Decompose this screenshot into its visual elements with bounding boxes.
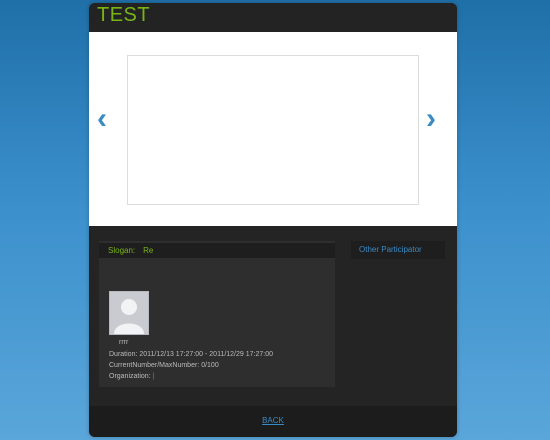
image-carousel: ‹ › bbox=[89, 32, 457, 226]
prev-arrow-icon[interactable]: ‹ bbox=[97, 104, 107, 134]
back-link[interactable]: BACK bbox=[89, 416, 457, 425]
slogan-label: Slogan: bbox=[108, 246, 136, 255]
organization-label: Organization: bbox=[109, 373, 151, 380]
current-number-text: CurrentNumber/MaxNumber: 0/100 bbox=[109, 362, 219, 369]
slogan-value: Re bbox=[143, 246, 154, 255]
details-section: Slogan: Re rrrr Duration: 2011/12/13 17:2… bbox=[89, 226, 457, 406]
user-name: rrrr bbox=[119, 339, 129, 346]
duration-text: Duration: 2011/12/13 17:27:00 - 2011/12/… bbox=[109, 351, 273, 358]
other-participator-panel: Other Participator bbox=[351, 241, 445, 259]
event-card: TEST ‹ › Slogan: Re rrrr Duration: 2011/1… bbox=[89, 3, 457, 437]
event-details-panel: Slogan: Re rrrr Duration: 2011/12/13 17:2… bbox=[99, 241, 335, 387]
header-bar: TEST bbox=[89, 3, 457, 32]
organization-line: Organization: | bbox=[109, 373, 154, 380]
user-silhouette-icon bbox=[110, 292, 148, 334]
footer-bar: BACK bbox=[89, 406, 457, 437]
avatar bbox=[109, 291, 149, 335]
slogan-bar: Slogan: Re bbox=[99, 243, 335, 258]
other-participator-title: Other Participator bbox=[359, 245, 422, 254]
carousel-slide bbox=[127, 55, 419, 205]
next-arrow-icon[interactable]: › bbox=[426, 104, 436, 134]
organization-link[interactable]: | bbox=[153, 373, 155, 380]
page-title: TEST bbox=[97, 4, 151, 26]
